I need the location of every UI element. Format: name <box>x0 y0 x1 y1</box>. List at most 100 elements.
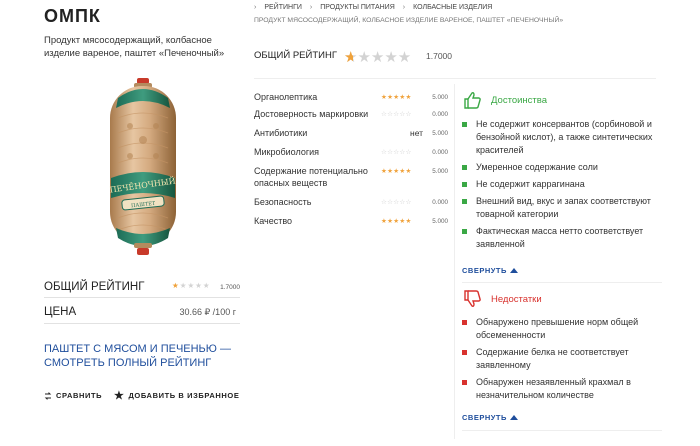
criteria-row: Безопасность ☆☆☆☆☆ 0.000 <box>254 196 448 215</box>
compare-icon <box>44 391 52 400</box>
cons-item-text: Содержание белка не соответствует заявле… <box>476 347 629 370</box>
divider <box>462 282 662 283</box>
breadcrumb: › РЕЙТИНГИ › ПРОДУКТЫ ПИТАНИЯ › КОЛБАСНЫ… <box>254 4 500 11</box>
criteria-value: 5.000 <box>432 168 448 175</box>
pros-item-text: Не содержит консервантов (сорбиновой и б… <box>476 119 653 155</box>
bullet-icon <box>462 182 467 187</box>
pros-item: Не содержит каррагинана <box>462 178 662 191</box>
criteria-name: Достоверность маркировки <box>254 109 369 119</box>
pros-item-text: Внешний вид, вкус и запах соответствуют … <box>476 196 651 219</box>
product-image: ПЕЧЁНОЧНЫЙ ПАШТЕТ <box>109 78 176 255</box>
price-label: ЦЕНА <box>44 306 77 318</box>
star-icon: ★★★★ <box>357 49 412 66</box>
criteria-list: Органолептика ★★★★★ 5.000 Достоверность … <box>254 91 448 232</box>
criteria-stars: ★★★★★ <box>381 218 412 225</box>
star-icon: ★ ★ <box>344 49 358 66</box>
divider <box>44 323 240 324</box>
overall-rating: ОБЩИЙ РЕЙТИНГ ★ ★ ★★★★ 1.7000 <box>254 48 664 66</box>
criteria-name: Содержание потенциально опасных веществ <box>254 166 368 188</box>
cons-item-text: Обнаружен незаявленный крахмал в незначи… <box>476 377 631 400</box>
bullet-icon <box>462 122 467 127</box>
cons-item: Содержание белка не соответствует заявле… <box>462 346 662 372</box>
breadcrumb-separator: › <box>254 4 257 11</box>
product-brand: ОМПК <box>44 6 101 26</box>
criteria-stars: ★★★★★ <box>381 168 412 175</box>
criteria-name: Антибиотики <box>254 128 308 138</box>
star-icon: ★★★★ <box>179 281 211 290</box>
criteria-row: Качество ★★★★★ 5.000 <box>254 215 448 232</box>
overall-rating-stars: ★ ★ ★★★★ <box>344 48 411 66</box>
breadcrumb-separator: › <box>309 4 313 11</box>
breadcrumb-separator: › <box>402 4 406 11</box>
pros-header: Достоинства <box>462 91 547 109</box>
criteria-name: Безопасность <box>254 197 312 207</box>
product-price: ЦЕНА 30.66 ₽ /100 г <box>44 305 240 321</box>
bullet-icon <box>462 199 467 204</box>
product-actions: СРАВНИТЬ ★ ДОБАВИТЬ В ИЗБРАННОЕ <box>44 390 244 403</box>
bullet-icon <box>462 380 467 385</box>
criteria-text-value: нет <box>410 128 424 138</box>
cons-item: Обнаружен незаявленный крахмал в незначи… <box>462 376 662 402</box>
criteria-value: 5.000 <box>432 218 448 225</box>
price-value: 30.66 ₽ /100 г <box>179 307 236 317</box>
add-to-favorites-button[interactable]: ★ ДОБАВИТЬ В ИЗБРАННОЕ <box>114 390 240 401</box>
cons-item: Обнаружено превышение норм общей обсемен… <box>462 316 662 342</box>
column-divider <box>454 84 455 439</box>
cons-item-text: Обнаружено превышение норм общей обсемен… <box>476 317 639 340</box>
pros-list: Не содержит консервантов (сорбиновой и б… <box>462 118 662 251</box>
product-rating-stars: ★★★★★ <box>172 281 211 290</box>
pros-item: Умеренное содержание соли <box>462 161 662 174</box>
criteria-stars: ☆☆☆☆☆ <box>381 199 412 206</box>
cons-list: Обнаружено превышение норм общей обсемен… <box>462 316 662 402</box>
overall-rating-label: ОБЩИЙ РЕЙТИНГ <box>254 50 337 61</box>
criteria-value: 5.000 <box>432 130 448 137</box>
criteria-value: 0.000 <box>432 149 448 156</box>
full-rating-link[interactable]: ПАШТЕТ С МЯСОМ И ПЕЧЕНЬЮ — СМОТРЕТЬ ПОЛН… <box>44 343 244 370</box>
criteria-row: Органолептика ★★★★★ 5.000 <box>254 91 448 108</box>
breadcrumb-item-sausages[interactable]: КОЛБАСНЫЕ ИЗДЕЛИЯ <box>413 4 492 11</box>
product-description: Продукт мясосодержащий, колбасное издели… <box>44 35 225 59</box>
pros-item: Фактическая масса нетто соответствует за… <box>462 225 662 251</box>
favorite-label: ДОБАВИТЬ В ИЗБРАННОЕ <box>128 391 240 400</box>
criteria-value: 0.000 <box>432 199 448 206</box>
criteria-row: Содержание потенциально опасных веществ … <box>254 165 448 196</box>
product-rating-value: 1.7000 <box>220 284 240 291</box>
triangle-up-icon <box>509 268 518 273</box>
divider <box>462 430 662 431</box>
criteria-stars: ★★★★★ <box>381 94 412 101</box>
pros-item: Внешний вид, вкус и запах соответствуют … <box>462 195 662 221</box>
criteria-value: 0.000 <box>432 111 448 118</box>
criteria-row: Микробиология ☆☆☆☆☆ 0.000 <box>254 146 448 165</box>
cons-header: Недостатки <box>462 290 542 308</box>
criteria-row: Достоверность маркировки ☆☆☆☆☆ 0.000 <box>254 108 448 127</box>
product-rating-label: ОБЩИЙ РЕЙТИНГ <box>44 281 145 293</box>
pros-item-text: Фактическая масса нетто соответствует за… <box>476 226 644 249</box>
criteria-name: Микробиология <box>254 147 320 157</box>
compare-label: СРАВНИТЬ <box>56 391 103 400</box>
divider <box>44 297 240 298</box>
criteria-name: Качество <box>254 216 293 226</box>
criteria-stars: ☆☆☆☆☆ <box>381 149 412 156</box>
star-icon: ★ <box>172 281 180 290</box>
breadcrumb-item-ratings[interactable]: РЕЙТИНГИ <box>264 4 302 11</box>
compare-button[interactable]: СРАВНИТЬ <box>44 391 102 400</box>
collapse-label: СВЕРНУТЬ <box>462 266 507 275</box>
bullet-icon <box>462 350 467 355</box>
cons-title: Недостатки <box>491 293 542 305</box>
criteria-value: 5.000 <box>432 94 448 101</box>
overall-rating-value: 1.7000 <box>426 51 452 61</box>
bullet-icon <box>462 165 467 170</box>
thumbs-down-icon <box>464 290 481 307</box>
pros-item-text: Не содержит каррагинана <box>476 179 585 189</box>
breadcrumb-item-food[interactable]: ПРОДУКТЫ ПИТАНИЯ <box>320 4 395 11</box>
criteria-row: Антибиотики нет 5.000 <box>254 127 448 146</box>
pros-collapse-button[interactable]: СВЕРНУТЬ <box>462 266 518 275</box>
pros-item-text: Умеренное содержание соли <box>476 162 598 172</box>
criteria-stars: ☆☆☆☆☆ <box>381 111 412 118</box>
bullet-icon <box>462 229 467 234</box>
divider <box>254 78 656 79</box>
product-rating: ОБЩИЙ РЕЙТИНГ ★★★★★ 1.7000 <box>44 280 240 296</box>
cons-collapse-button[interactable]: СВЕРНУТЬ <box>462 413 518 422</box>
thumbs-up-icon <box>464 92 481 109</box>
criteria-name: Органолептика <box>254 92 318 102</box>
